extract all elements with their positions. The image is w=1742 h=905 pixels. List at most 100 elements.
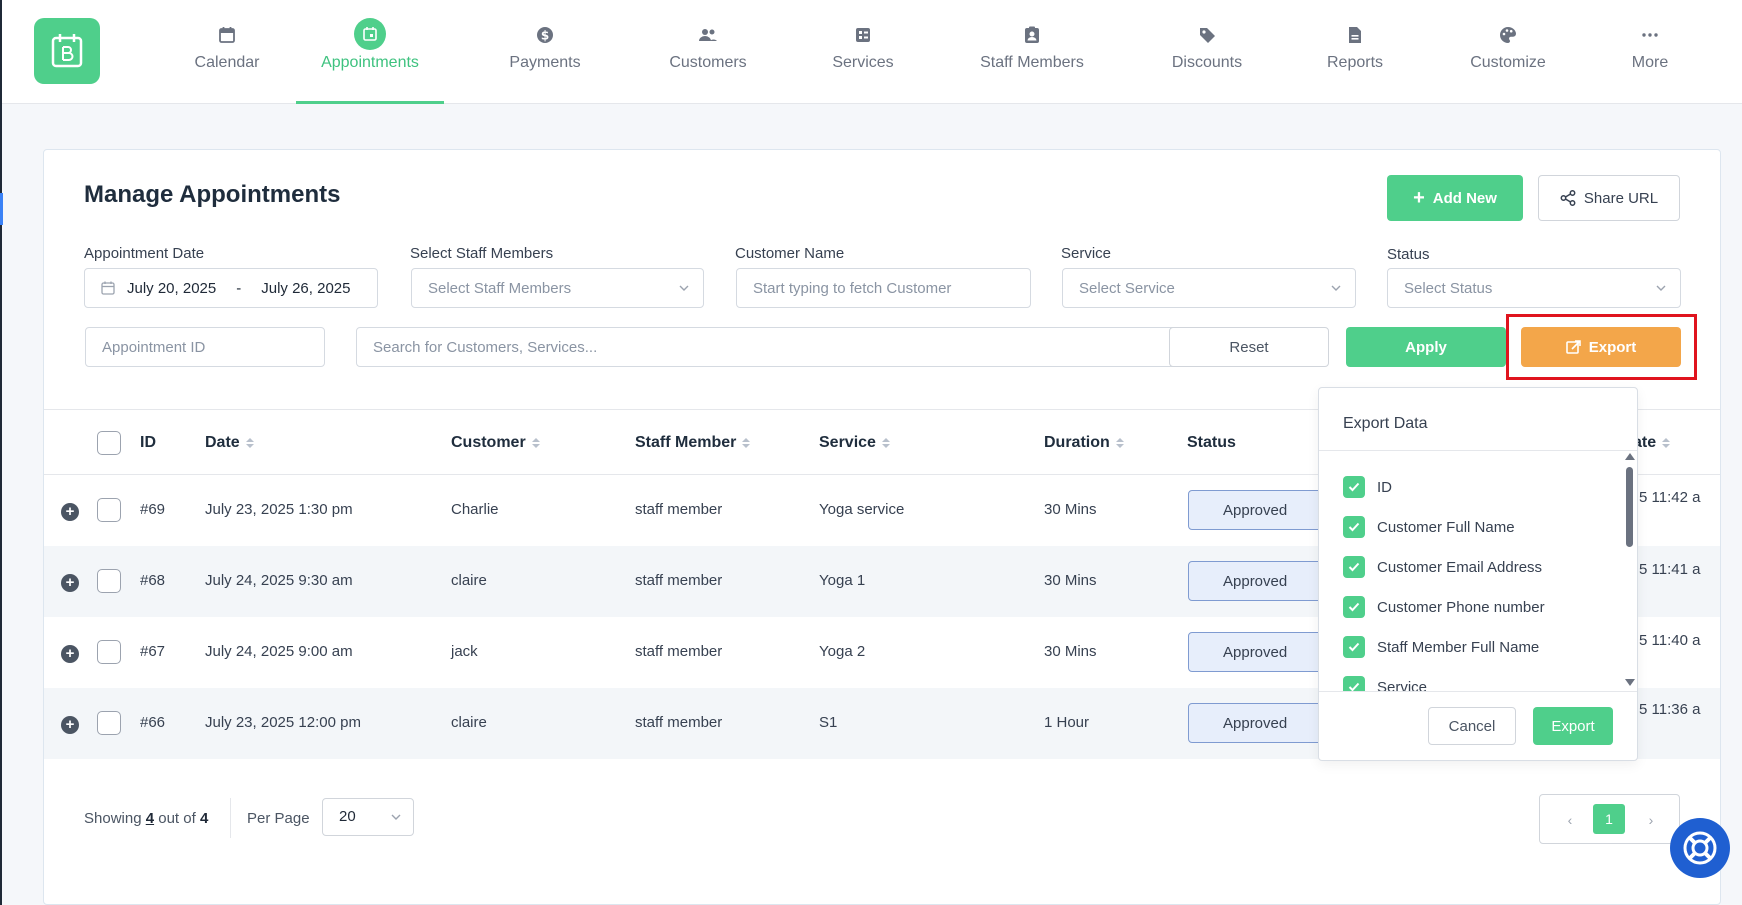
calendar-small-icon xyxy=(101,281,115,295)
export-cancel-button[interactable]: Cancel xyxy=(1428,707,1516,745)
add-new-button[interactable]: + Add New xyxy=(1387,175,1523,221)
export-confirm-button[interactable]: Export xyxy=(1533,707,1613,745)
scrollbar-thumb[interactable] xyxy=(1626,467,1633,547)
customer-name-input[interactable]: Start typing to fetch Customer xyxy=(736,268,1031,308)
export-field-service[interactable]: Service xyxy=(1343,676,1427,691)
expand-row-icon[interactable]: + xyxy=(61,716,79,734)
app-logo[interactable] xyxy=(34,18,100,84)
nav-staff-members[interactable]: Staff Members xyxy=(962,0,1102,104)
date-to: July 26, 2025 xyxy=(261,279,351,297)
row-checkbox[interactable] xyxy=(97,569,121,593)
nav-customize[interactable]: Customize xyxy=(1438,0,1578,104)
nav-services[interactable]: Services xyxy=(793,0,933,104)
cell-id: #66 xyxy=(140,714,166,731)
nav-label: Services xyxy=(832,54,894,71)
top-navigation: Calendar Appointments $ Payments Custome… xyxy=(2,0,1742,104)
status-dropdown[interactable]: Approved xyxy=(1188,632,1328,672)
services-icon xyxy=(852,24,874,46)
row-checkbox[interactable] xyxy=(97,498,121,522)
status-dropdown[interactable]: Approved xyxy=(1188,490,1328,530)
expand-row-icon[interactable]: + xyxy=(61,574,79,592)
per-page-select[interactable]: 20 xyxy=(322,798,414,836)
service-select[interactable]: Select Service xyxy=(1062,268,1356,308)
expand-row-icon[interactable]: + xyxy=(61,503,79,521)
cell-service: Yoga 1 xyxy=(819,572,866,589)
cell-id: #68 xyxy=(140,572,166,589)
header-status: Status xyxy=(1187,434,1236,451)
palette-icon xyxy=(1497,24,1519,46)
export-field-customer-full-name[interactable]: Customer Full Name xyxy=(1343,516,1515,538)
pagination: ‹ 1 › xyxy=(1539,794,1680,844)
nav-customers[interactable]: Customers xyxy=(638,0,778,104)
scroll-up-arrow-icon[interactable] xyxy=(1625,453,1635,460)
cell-service: S1 xyxy=(819,714,838,731)
page-title: Manage Appointments xyxy=(84,181,341,208)
nav-calendar[interactable]: Calendar xyxy=(157,0,297,104)
next-page-button[interactable]: › xyxy=(1640,809,1662,831)
status-select[interactable]: Select Status xyxy=(1387,268,1681,308)
chevron-down-icon xyxy=(391,814,401,820)
nav-reports[interactable]: Reports xyxy=(1285,0,1425,104)
page-1-button[interactable]: 1 xyxy=(1593,804,1625,834)
row-checkbox[interactable] xyxy=(97,711,121,735)
date-range-picker[interactable]: July 20, 2025 - July 26, 2025 xyxy=(84,268,378,308)
window-edge-marker xyxy=(0,193,3,225)
row-checkbox[interactable] xyxy=(97,640,121,664)
cell-created: 5 11:36 a xyxy=(1639,701,1701,718)
nav-appointments[interactable]: Appointments xyxy=(296,0,444,104)
cell-duration: 1 Hour xyxy=(1044,714,1090,731)
cell-staff: staff member xyxy=(635,714,723,731)
export-field-customer-email[interactable]: Customer Email Address xyxy=(1343,556,1542,578)
appointment-date-label: Appointment Date xyxy=(84,245,205,262)
apply-button[interactable]: Apply xyxy=(1346,327,1506,367)
search-input[interactable]: Search for Customers, Services... xyxy=(356,327,1182,367)
select-all-checkbox[interactable] xyxy=(97,431,121,455)
svg-text:$: $ xyxy=(541,29,549,43)
expand-row-icon[interactable]: + xyxy=(61,645,79,663)
nav-label: Customers xyxy=(669,54,747,71)
sort-icon xyxy=(881,438,890,448)
export-field-staff-full-name[interactable]: Staff Member Full Name xyxy=(1343,636,1539,658)
export-highlight-box xyxy=(1506,314,1697,380)
help-button[interactable] xyxy=(1670,818,1730,878)
checkbox-checked-icon xyxy=(1343,516,1365,538)
nav-label: Staff Members xyxy=(980,54,1084,71)
header-created[interactable]: ate xyxy=(1633,434,1671,452)
cell-customer: Charlie xyxy=(451,501,499,518)
chevron-down-icon xyxy=(679,285,689,291)
nav-more[interactable]: More xyxy=(1580,0,1720,104)
appointment-id-input[interactable]: Appointment ID xyxy=(85,327,325,367)
cell-staff: staff member xyxy=(635,501,723,518)
ellipsis-icon xyxy=(1639,24,1661,46)
status-dropdown[interactable]: Approved xyxy=(1188,561,1328,601)
status-dropdown[interactable]: Approved xyxy=(1188,703,1328,743)
header-date[interactable]: Date xyxy=(205,434,254,452)
header-service[interactable]: Service xyxy=(819,434,890,452)
header-customer[interactable]: Customer xyxy=(451,434,540,452)
popup-footer-divider xyxy=(1319,691,1637,692)
cell-date: July 24, 2025 9:00 am xyxy=(205,643,353,660)
cell-customer: claire xyxy=(451,572,487,589)
export-list-scrollbar[interactable] xyxy=(1623,451,1635,691)
sort-icon xyxy=(742,438,751,448)
checkbox-checked-icon xyxy=(1343,676,1365,691)
header-staff-member[interactable]: Staff Member xyxy=(635,434,751,452)
cell-customer: claire xyxy=(451,714,487,731)
share-url-label: Share URL xyxy=(1583,189,1659,207)
header-duration[interactable]: Duration xyxy=(1044,434,1124,452)
service-placeholder: Select Service xyxy=(1079,279,1175,297)
nav-label: Payments xyxy=(509,54,581,71)
nav-discounts[interactable]: Discounts xyxy=(1137,0,1277,104)
scroll-down-arrow-icon[interactable] xyxy=(1625,679,1635,686)
staff-members-select[interactable]: Select Staff Members xyxy=(411,268,704,308)
export-field-id[interactable]: ID xyxy=(1343,476,1392,498)
nav-label: More xyxy=(1631,54,1669,71)
share-icon xyxy=(1560,190,1576,206)
prev-page-button[interactable]: ‹ xyxy=(1559,809,1581,831)
reset-button[interactable]: Reset xyxy=(1169,327,1329,367)
lifebuoy-icon xyxy=(1683,831,1717,865)
export-field-customer-phone[interactable]: Customer Phone number xyxy=(1343,596,1545,618)
checkbox-checked-icon xyxy=(1343,556,1365,578)
nav-payments[interactable]: $ Payments xyxy=(475,0,615,104)
share-url-button[interactable]: Share URL xyxy=(1538,175,1680,221)
